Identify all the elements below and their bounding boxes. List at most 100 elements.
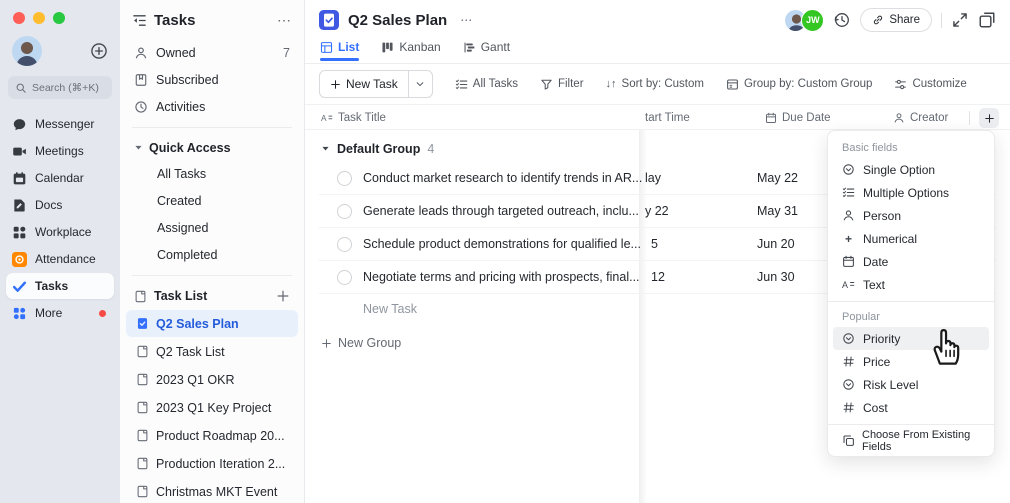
sidebar-item-attendance[interactable]: Attendance [6, 246, 114, 272]
menu-item-multiple-options[interactable]: Multiple Options [833, 181, 989, 204]
sidebar-item-meetings[interactable]: Meetings [6, 138, 114, 164]
open-in-window-icon[interactable] [978, 11, 996, 29]
panel-item-subscribed[interactable]: Subscribed [120, 66, 304, 93]
panel-item-activities[interactable]: Activities [120, 93, 304, 120]
sort-button[interactable]: ↓↑ Sort by: Custom [606, 78, 704, 90]
multiple-options-icon [842, 186, 855, 199]
task-list-item-christmas-mkt-event[interactable]: Christmas MKT Event [126, 478, 298, 503]
menu-item-text[interactable]: A Text [833, 273, 989, 296]
task-due-date[interactable]: Jun 30 [757, 270, 795, 284]
quick-access-completed[interactable]: Completed [120, 241, 304, 268]
risk-level-icon [842, 378, 855, 391]
new-task-button[interactable]: New Task [320, 71, 408, 97]
all-tasks-filter-button[interactable]: All Tasks [455, 78, 518, 91]
user-avatar[interactable] [12, 36, 42, 66]
search-placeholder: Search (⌘+K) [32, 82, 99, 94]
search-input[interactable]: Search (⌘+K) [8, 76, 112, 99]
column-due-date[interactable]: Due Date [765, 106, 831, 130]
tab-kanban[interactable]: Kanban [381, 40, 440, 61]
plus-icon [321, 338, 332, 349]
collaborator-avatar[interactable]: JW [801, 9, 824, 32]
sidebar-item-calendar[interactable]: Calendar [6, 165, 114, 191]
task-checkbox[interactable] [337, 270, 352, 285]
customize-button[interactable]: Customize [894, 78, 966, 91]
zoom-window-button[interactable] [53, 12, 65, 24]
sort-arrows-icon: ↓↑ [606, 78, 617, 90]
task-due-date[interactable]: Jun 20 [757, 237, 795, 251]
share-button[interactable]: Share [860, 8, 932, 32]
menu-item-priority[interactable]: Priority [833, 327, 989, 350]
task-title[interactable]: Schedule product demonstrations for qual… [363, 237, 641, 251]
menu-item-numerical[interactable]: + Numerical [833, 227, 989, 250]
task-list-item-2023-q1-key-project[interactable]: 2023 Q1 Key Project [126, 394, 298, 421]
quick-access-section[interactable]: Quick Access [120, 135, 304, 160]
panel-more-icon[interactable]: ⋯ [277, 12, 292, 29]
minimize-window-button[interactable] [33, 12, 45, 24]
collaborator-avatars[interactable]: JW [784, 9, 824, 32]
task-list-item-label: Production Iteration 2... [156, 457, 285, 471]
sidebar-item-docs[interactable]: Docs [6, 192, 114, 218]
column-creator[interactable]: Creator [893, 106, 948, 130]
new-group-label: New Group [338, 336, 401, 350]
menu-item-risk-level[interactable]: Risk Level [833, 373, 989, 396]
close-window-button[interactable] [13, 12, 25, 24]
quick-access-assigned[interactable]: Assigned [120, 214, 304, 241]
task-title[interactable]: Conduct market research to identify tren… [363, 171, 642, 185]
sidebar-item-more[interactable]: More [6, 300, 114, 326]
task-list-item-q2-task-list[interactable]: Q2 Task List [126, 338, 298, 365]
new-task-split-button[interactable]: New Task [319, 70, 433, 98]
item-label: All Tasks [157, 167, 206, 181]
sidebar-item-messenger[interactable]: Messenger [6, 111, 114, 137]
task-checkbox[interactable] [337, 204, 352, 219]
quick-access-created[interactable]: Created [120, 187, 304, 214]
task-list-doc-icon [136, 485, 149, 498]
all-tasks-label: All Tasks [473, 78, 518, 90]
task-due-date[interactable]: May 31 [757, 204, 798, 218]
task-checkbox[interactable] [337, 237, 352, 252]
filter-button[interactable]: Filter [540, 78, 584, 91]
tab-gantt[interactable]: Gantt [463, 40, 510, 61]
sidebar-item-tasks[interactable]: Tasks [6, 273, 114, 299]
task-checkbox[interactable] [337, 171, 352, 186]
task-due-date[interactable]: May 22 [757, 171, 798, 185]
menu-item-date[interactable]: Date [833, 250, 989, 273]
history-icon[interactable] [833, 11, 851, 29]
quick-access-all-tasks[interactable]: All Tasks [120, 160, 304, 187]
group-by-button[interactable]: Group by: Custom Group [726, 78, 872, 91]
panel-item-owned[interactable]: Owned 7 [120, 39, 304, 66]
task-title[interactable]: Negotiate terms and pricing with prospec… [363, 270, 640, 284]
menu-item-choose-existing-fields[interactable]: Choose From Existing Fields [828, 424, 994, 456]
task-title[interactable]: Generate leads through targeted outreach… [363, 204, 639, 218]
task-list-item-production-iteration[interactable]: Production Iteration 2... [126, 450, 298, 477]
task-list-doc-icon [136, 401, 149, 414]
add-field-button[interactable] [979, 108, 999, 128]
add-task-list-icon[interactable] [276, 289, 290, 303]
new-task-dropdown-button[interactable] [408, 71, 432, 97]
caret-down-icon[interactable] [321, 144, 330, 153]
filter-label: Filter [558, 78, 584, 90]
main-content: Q2 Sales Plan ⋯ JW Share List [305, 0, 1010, 503]
column-start-time[interactable]: tart Time [645, 106, 690, 130]
task-list-doc-icon [136, 317, 149, 330]
menu-item-label: Choose From Existing Fields [862, 429, 980, 453]
window-controls[interactable] [0, 10, 120, 34]
menu-item-price[interactable]: Price [833, 350, 989, 373]
task-list-item-2023-q1-okr[interactable]: 2023 Q1 OKR [126, 366, 298, 393]
expand-icon[interactable] [951, 11, 969, 29]
collapse-panel-icon[interactable] [132, 13, 147, 28]
menu-item-label: Numerical [863, 232, 917, 246]
task-list-item-q2-sales-plan[interactable]: Q2 Sales Plan [126, 310, 298, 337]
menu-item-label: Single Option [863, 163, 935, 177]
title-more-icon[interactable]: ⋯ [460, 13, 473, 27]
menu-item-person[interactable]: Person [833, 204, 989, 227]
tab-label: Gantt [481, 40, 510, 54]
menu-item-single-option[interactable]: Single Option [833, 158, 989, 181]
task-list-item-product-roadmap[interactable]: Product Roadmap 20... [126, 422, 298, 449]
sidebar-item-workplace[interactable]: Workplace [6, 219, 114, 245]
add-account-icon[interactable] [90, 42, 108, 60]
svg-text:A: A [321, 114, 327, 123]
menu-item-cost[interactable]: Cost [833, 396, 989, 419]
tab-list[interactable]: List [320, 40, 359, 61]
grid-icon [12, 225, 27, 240]
column-task-title[interactable]: A Task Title [321, 106, 386, 130]
